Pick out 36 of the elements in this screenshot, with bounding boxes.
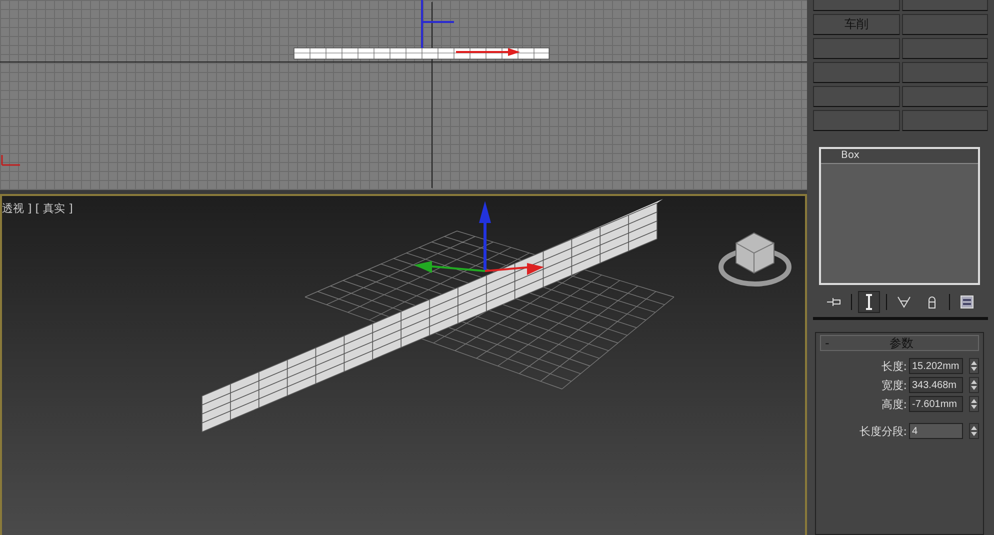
object-type-button[interactable]: [813, 38, 900, 59]
parameter-field[interactable]: 4: [909, 423, 963, 439]
move-gizmo-icon: [414, 201, 544, 275]
spinner-button[interactable]: [969, 396, 979, 412]
parameter-label: 长度:: [881, 358, 907, 374]
pin-icon: [827, 297, 841, 307]
top-viewport[interactable]: [0, 0, 807, 190]
parameter-label: 高度:: [881, 396, 907, 412]
parameter-field[interactable]: -7.601mm: [909, 396, 963, 412]
i-beam-icon: [865, 294, 873, 310]
parameter-field[interactable]: 343.468m: [909, 377, 963, 393]
parameter-label: 宽度:: [881, 378, 907, 392]
viewport-label[interactable]: 透视 ] [ 真实 ]: [2, 201, 73, 216]
object-type-button[interactable]: [902, 38, 988, 59]
modifier-item[interactable]: Box: [821, 149, 978, 164]
spinner-button[interactable]: [969, 358, 979, 374]
modifier-stack-list[interactable]: Box: [819, 147, 980, 285]
object-type-button[interactable]: [813, 86, 900, 107]
spinner-button[interactable]: [969, 377, 979, 393]
object-type-button[interactable]: [902, 110, 988, 131]
parameter-field[interactable]: 15.202mm: [909, 358, 963, 374]
rollout-title: 参数: [888, 334, 915, 352]
perspective-viewport[interactable]: 透视 ] [ 真实 ]: [0, 194, 807, 535]
parameter-label: 长度分段:: [859, 424, 907, 438]
object-type-button[interactable]: [813, 110, 900, 131]
object-type-button[interactable]: [902, 14, 988, 35]
transform-gizmo-icon: [421, 0, 520, 56]
axis-tripod-icon: [1, 154, 21, 166]
fork-icon: [897, 295, 911, 309]
configure-icon: [960, 295, 974, 309]
collapse-sign: -: [825, 336, 830, 350]
stack-tool-button[interactable]: [858, 291, 880, 313]
object-type-button[interactable]: [902, 62, 988, 83]
spinner-button[interactable]: [969, 423, 979, 439]
object-type-button[interactable]: [902, 86, 988, 107]
object-type-button[interactable]: [813, 62, 900, 83]
